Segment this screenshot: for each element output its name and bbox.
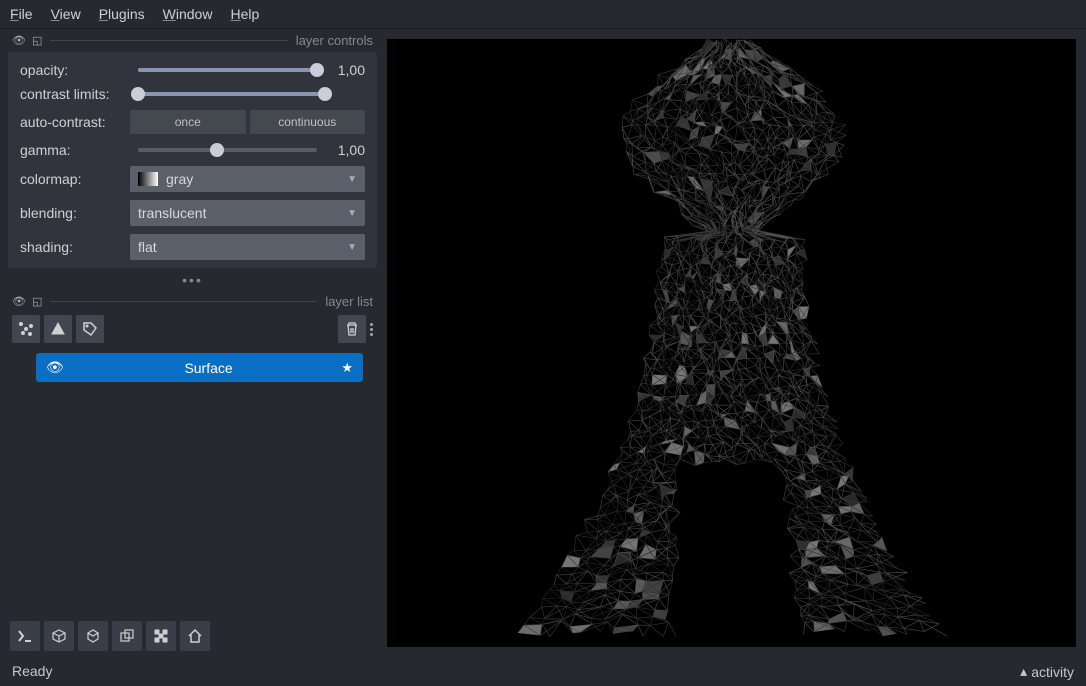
- eye-icon[interactable]: 👁: [46, 359, 64, 376]
- viewer-toolbar: [0, 615, 385, 657]
- blending-label: blending:: [20, 205, 130, 221]
- new-points-button[interactable]: [12, 315, 40, 343]
- chevron-up-icon: ▴: [1020, 663, 1027, 680]
- shading-label: shading:: [20, 239, 130, 255]
- activity-toggle[interactable]: ▴ activity: [1020, 663, 1074, 680]
- star-icon[interactable]: ★: [341, 360, 353, 376]
- menubar: File View Plugins Window Help: [0, 0, 1086, 29]
- menu-window[interactable]: Window: [163, 6, 213, 22]
- blending-dropdown[interactable]: translucent ▼: [130, 200, 365, 226]
- ndisplay-button[interactable]: [44, 621, 74, 651]
- chevron-down-icon: ▼: [347, 242, 357, 253]
- shading-dropdown[interactable]: flat ▼: [130, 234, 365, 260]
- toggle-expand-icon[interactable]: ◱: [32, 295, 42, 308]
- layer-toolbar: [0, 311, 385, 347]
- toggle-expand-icon[interactable]: ◱: [32, 34, 42, 47]
- auto-contrast-once-button[interactable]: once: [130, 110, 246, 134]
- panel-drag-handle[interactable]: •••: [0, 270, 385, 290]
- status-text: Ready: [12, 663, 52, 680]
- opacity-label: opacity:: [20, 62, 130, 78]
- statusbar: Ready ▴ activity: [0, 657, 1086, 686]
- more-options-icon[interactable]: [370, 323, 373, 336]
- layer-controls: opacity: 1,00 contrast limits:: [8, 52, 377, 268]
- gamma-slider[interactable]: [138, 148, 317, 152]
- new-labels-button[interactable]: [76, 315, 104, 343]
- new-shapes-button[interactable]: [44, 315, 72, 343]
- console-button[interactable]: [10, 621, 40, 651]
- colormap-dropdown[interactable]: gray ▼: [130, 166, 365, 192]
- gamma-label: gamma:: [20, 142, 130, 158]
- menu-plugins[interactable]: Plugins: [99, 6, 145, 22]
- auto-contrast-continuous-button[interactable]: continuous: [250, 110, 366, 134]
- menu-file[interactable]: File: [10, 6, 33, 22]
- opacity-slider[interactable]: [138, 68, 317, 72]
- layer-list-header: 👁◱ layer list: [0, 290, 385, 311]
- canvas-viewport[interactable]: [387, 39, 1076, 647]
- layer-controls-header: 👁◱ layer controls: [0, 29, 385, 50]
- left-panel: 👁◱ layer controls opacity: 1,00 contrast…: [0, 29, 385, 657]
- opacity-value: 1,00: [325, 62, 365, 78]
- contrast-limits-slider[interactable]: [138, 92, 325, 96]
- grid-button[interactable]: [146, 621, 176, 651]
- auto-contrast-label: auto-contrast:: [20, 114, 130, 130]
- transpose-button[interactable]: [112, 621, 142, 651]
- colormap-swatch: [138, 172, 158, 186]
- gamma-value: 1,00: [325, 142, 365, 158]
- roll-dims-button[interactable]: [78, 621, 108, 651]
- delete-layer-button[interactable]: [338, 315, 366, 343]
- contrast-limits-label: contrast limits:: [20, 86, 130, 102]
- chevron-down-icon: ▼: [347, 174, 357, 185]
- toggle-visibility-icon[interactable]: 👁: [12, 295, 26, 308]
- home-button[interactable]: [180, 621, 210, 651]
- toggle-visibility-icon[interactable]: 👁: [12, 34, 26, 47]
- colormap-label: colormap:: [20, 171, 130, 187]
- chevron-down-icon: ▼: [347, 208, 357, 219]
- menu-view[interactable]: View: [51, 6, 81, 22]
- menu-help[interactable]: Help: [230, 6, 259, 22]
- layer-name: Surface: [76, 360, 342, 376]
- layer-item-surface[interactable]: 👁 Surface ★: [36, 353, 363, 382]
